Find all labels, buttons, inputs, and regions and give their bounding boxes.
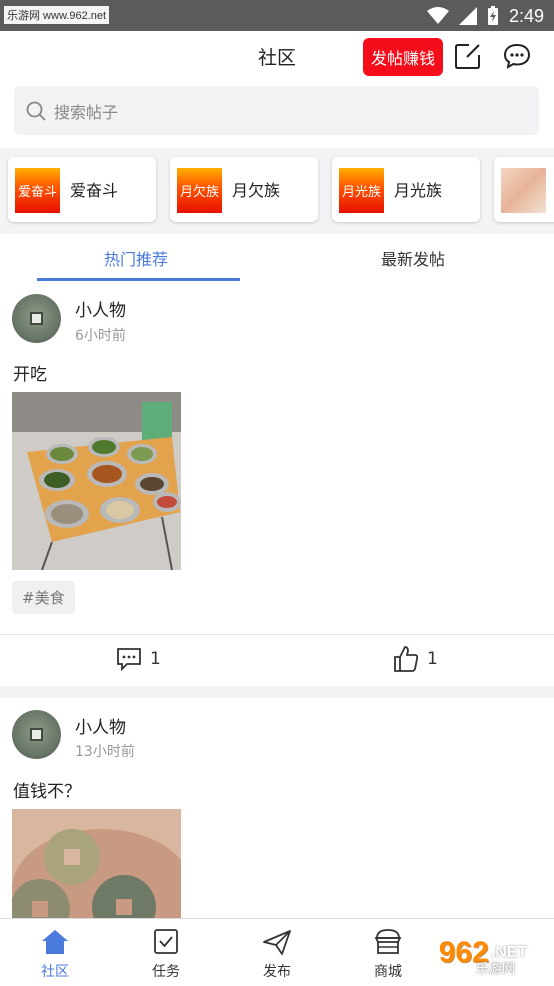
group-card-partial[interactable] xyxy=(494,157,554,222)
tab-hot[interactable]: 热门推荐 xyxy=(104,246,168,270)
search-input[interactable]: 搜索帖子 xyxy=(14,86,539,135)
battery-icon xyxy=(487,6,498,25)
clock: 2:49 xyxy=(508,5,544,26)
post-author[interactable]: 小人物 xyxy=(75,296,126,321)
thumbs-up-icon xyxy=(394,646,419,672)
group-thumbnail: 月光族 xyxy=(339,168,384,213)
nav-label: 社区 xyxy=(41,964,69,980)
shop-icon xyxy=(374,929,402,954)
system-icons: 2:49 xyxy=(426,4,544,28)
group-carousel[interactable]: 爱奋斗 爱奋斗 月欠族 月欠族 月光族 月光族 xyxy=(0,148,554,234)
post-card[interactable]: 小人物 6小时前 开吃 #美食 1 1 xyxy=(0,283,554,686)
comment-button[interactable]: 1 xyxy=(116,647,161,671)
app-header: 社区 发帖赚钱 xyxy=(0,31,554,83)
wifi-icon xyxy=(426,7,449,24)
message-icon[interactable] xyxy=(503,43,531,69)
nav-label: 任务 xyxy=(152,964,180,980)
group-label: 爱奋斗 xyxy=(70,181,119,200)
site-logo-watermark: 962 .NET 乐游网 xyxy=(418,925,548,981)
post-image-food[interactable] xyxy=(12,392,181,570)
post-text: 开吃 xyxy=(13,365,47,385)
post-author[interactable]: 小人物 xyxy=(75,713,126,738)
group-thumbnail-image xyxy=(501,168,546,213)
like-button[interactable]: 1 xyxy=(393,645,438,673)
comment-count: 1 xyxy=(150,649,161,669)
post-tag[interactable]: #美食 xyxy=(12,581,75,614)
active-tab-indicator xyxy=(37,278,240,281)
post-separator xyxy=(0,686,554,698)
send-icon xyxy=(263,930,291,955)
post-text: 值钱不？ xyxy=(13,782,81,802)
post-time: 6小时前 xyxy=(75,328,126,344)
post-card[interactable]: 小人物 13小时前 值钱不？ xyxy=(0,698,554,918)
nav-community[interactable]: 社区 xyxy=(0,919,110,986)
group-card-yueguangzu[interactable]: 月光族 月光族 xyxy=(332,157,480,222)
task-icon xyxy=(154,929,178,954)
post-image-coins[interactable] xyxy=(12,809,181,918)
feed-tabs: 热门推荐 最新发帖 xyxy=(0,236,554,282)
post-time: 13小时前 xyxy=(75,744,135,760)
nav-tasks[interactable]: 任务 xyxy=(111,919,221,986)
tab-latest[interactable]: 最新发帖 xyxy=(381,246,445,270)
signal-icon xyxy=(458,7,477,25)
watermark-sub: 乐游网 xyxy=(476,962,516,977)
like-count: 1 xyxy=(427,649,438,669)
avatar[interactable] xyxy=(12,294,61,343)
search-placeholder: 搜索帖子 xyxy=(54,102,119,122)
search-icon xyxy=(26,101,46,121)
status-bar: 乐游网 www.962.net 2:49 xyxy=(0,0,554,31)
edit-icon[interactable] xyxy=(455,43,481,69)
earn-by-posting-button[interactable]: 发帖赚钱 xyxy=(363,38,443,76)
group-label: 月欠族 xyxy=(232,181,281,200)
home-icon xyxy=(42,930,68,954)
nav-label: 发布 xyxy=(263,964,291,980)
group-card-aifendou[interactable]: 爱奋斗 爱奋斗 xyxy=(8,157,156,222)
nav-publish[interactable]: 发布 xyxy=(222,919,332,986)
group-label: 月光族 xyxy=(394,181,443,200)
comment-icon xyxy=(117,648,141,671)
group-thumbnail: 月欠族 xyxy=(177,168,222,213)
post-divider xyxy=(0,634,554,635)
group-card-yueqianzu[interactable]: 月欠族 月欠族 xyxy=(170,157,318,222)
group-thumbnail: 爱奋斗 xyxy=(15,168,60,213)
avatar[interactable] xyxy=(12,710,61,759)
site-watermark: 乐游网 www.962.net xyxy=(4,6,110,24)
